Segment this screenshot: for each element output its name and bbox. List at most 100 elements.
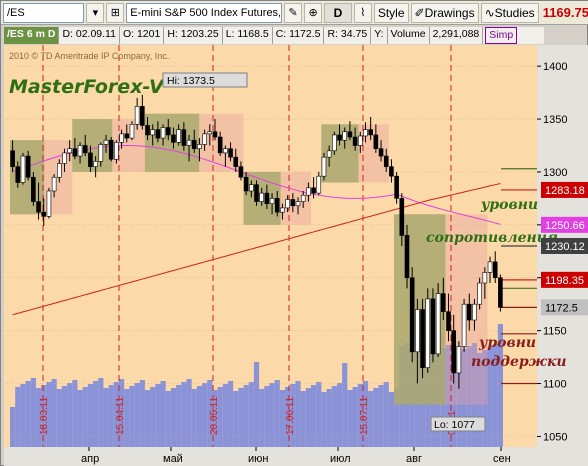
candle-body bbox=[482, 272, 488, 284]
volume-value: 2,291,088 bbox=[430, 27, 484, 44]
y-value: Y: bbox=[371, 27, 388, 44]
volume-bar bbox=[51, 379, 57, 447]
volume-bar bbox=[388, 392, 395, 447]
candle-body bbox=[415, 309, 420, 353]
candle-body bbox=[119, 133, 124, 143]
candle-body bbox=[114, 142, 119, 160]
candle-body bbox=[487, 261, 493, 273]
price-chart[interactable]: 18.03.11 15.04.11 20.05.11 17.06.11 15.07.11… bbox=[1, 1, 588, 466]
volume-bar bbox=[342, 363, 348, 447]
volume-bar bbox=[186, 379, 192, 447]
volume-bar bbox=[72, 380, 78, 447]
volume-bar bbox=[310, 385, 317, 447]
hi-label: Hi: 1373.5 bbox=[167, 75, 215, 87]
volume-bar bbox=[238, 388, 244, 447]
volume-bar bbox=[352, 387, 358, 447]
x-tick-label: май bbox=[163, 453, 183, 465]
candle-body bbox=[160, 127, 166, 139]
candle-body bbox=[181, 129, 187, 146]
candle-body bbox=[56, 163, 62, 178]
trading-chart-window: /ES ▾ ⊞ E-mini S&P 500 Index Futures,...… bbox=[0, 0, 588, 466]
simp-button[interactable]: Simp bbox=[485, 27, 518, 44]
x-tick-label: апр bbox=[81, 453, 99, 465]
candle-body bbox=[321, 156, 327, 177]
volume-bar bbox=[139, 380, 145, 447]
candle-body bbox=[394, 175, 399, 199]
y-tick-label: 1300 bbox=[543, 167, 567, 179]
candle-body bbox=[217, 136, 223, 154]
candle-body bbox=[446, 311, 451, 331]
candle-body bbox=[342, 131, 348, 141]
x-tick-label: авг bbox=[406, 453, 422, 465]
candle-body bbox=[82, 145, 88, 154]
date-marker-label: 15.04.11 bbox=[115, 396, 126, 435]
open-value: O: 1201 bbox=[120, 27, 165, 44]
range-value: R: 34.75 bbox=[324, 27, 372, 44]
candle-body bbox=[20, 155, 26, 183]
candle-body bbox=[363, 129, 368, 137]
candle-body bbox=[492, 261, 498, 279]
resistance-annotation: уровни bbox=[480, 197, 538, 213]
candle-body bbox=[254, 184, 259, 202]
candle-body bbox=[461, 303, 467, 347]
candle-body bbox=[498, 277, 503, 308]
candle-body bbox=[103, 139, 109, 145]
candle-body bbox=[165, 127, 171, 136]
candle-body bbox=[352, 136, 358, 146]
volume-bar bbox=[150, 387, 156, 447]
watermark-text: MasterForex-V bbox=[9, 76, 165, 98]
candle-body bbox=[280, 207, 285, 213]
candle-body bbox=[25, 155, 31, 178]
candle-body bbox=[425, 298, 431, 368]
low-value: L: 1168.5 bbox=[223, 27, 273, 44]
volume-bar bbox=[233, 391, 239, 447]
candle-body bbox=[77, 145, 83, 157]
copyright-text: 2010 © TD Ameritrade IP Company, Inc. bbox=[9, 51, 169, 61]
close-value: C: 1172.5 bbox=[273, 27, 325, 44]
volume-bar bbox=[373, 388, 379, 447]
volume-bar bbox=[321, 392, 327, 447]
candle-body bbox=[228, 148, 233, 158]
candle-body bbox=[290, 199, 296, 207]
candle-body bbox=[249, 184, 254, 192]
candle-body bbox=[404, 235, 410, 279]
volume-bar bbox=[295, 381, 301, 447]
volume-bar bbox=[170, 388, 177, 447]
candle-body bbox=[171, 134, 176, 143]
candle-body bbox=[207, 131, 213, 135]
date-marker-label: 20.05.11 bbox=[209, 396, 220, 435]
candle-body bbox=[389, 166, 394, 177]
y-tick-label: 1050 bbox=[543, 431, 567, 443]
volume-bar bbox=[227, 381, 234, 447]
volume-bar bbox=[20, 384, 26, 447]
candle-body bbox=[62, 152, 67, 164]
volume-bar bbox=[176, 385, 182, 447]
candle-body bbox=[383, 155, 389, 167]
y-tick-label: 1100 bbox=[543, 379, 567, 391]
candle-body bbox=[98, 144, 104, 162]
candle-body bbox=[186, 139, 192, 146]
volume-bar bbox=[61, 386, 68, 447]
candle-body bbox=[368, 129, 373, 136]
candle-body bbox=[134, 106, 140, 125]
volume-bar bbox=[305, 388, 311, 447]
candle-body bbox=[435, 293, 441, 355]
volume-bar bbox=[77, 390, 83, 447]
volume-bar bbox=[243, 385, 249, 447]
volume-bar bbox=[248, 382, 254, 447]
volume-bar bbox=[10, 407, 16, 447]
volume-bar bbox=[191, 389, 197, 447]
price-tag-label: 1230.12 bbox=[545, 241, 585, 253]
price-tag-label: 1172.5 bbox=[545, 302, 578, 314]
volume-bar bbox=[326, 389, 332, 447]
volume-bar bbox=[378, 385, 384, 447]
volume-bar bbox=[25, 381, 31, 447]
candle-body bbox=[466, 303, 472, 321]
candle-body bbox=[347, 131, 353, 138]
candle-body bbox=[456, 346, 462, 374]
candle-body bbox=[238, 166, 244, 178]
volume-bar bbox=[253, 362, 260, 447]
volume-bar bbox=[274, 380, 280, 447]
candle-body bbox=[108, 139, 114, 160]
candle-body bbox=[477, 282, 482, 305]
